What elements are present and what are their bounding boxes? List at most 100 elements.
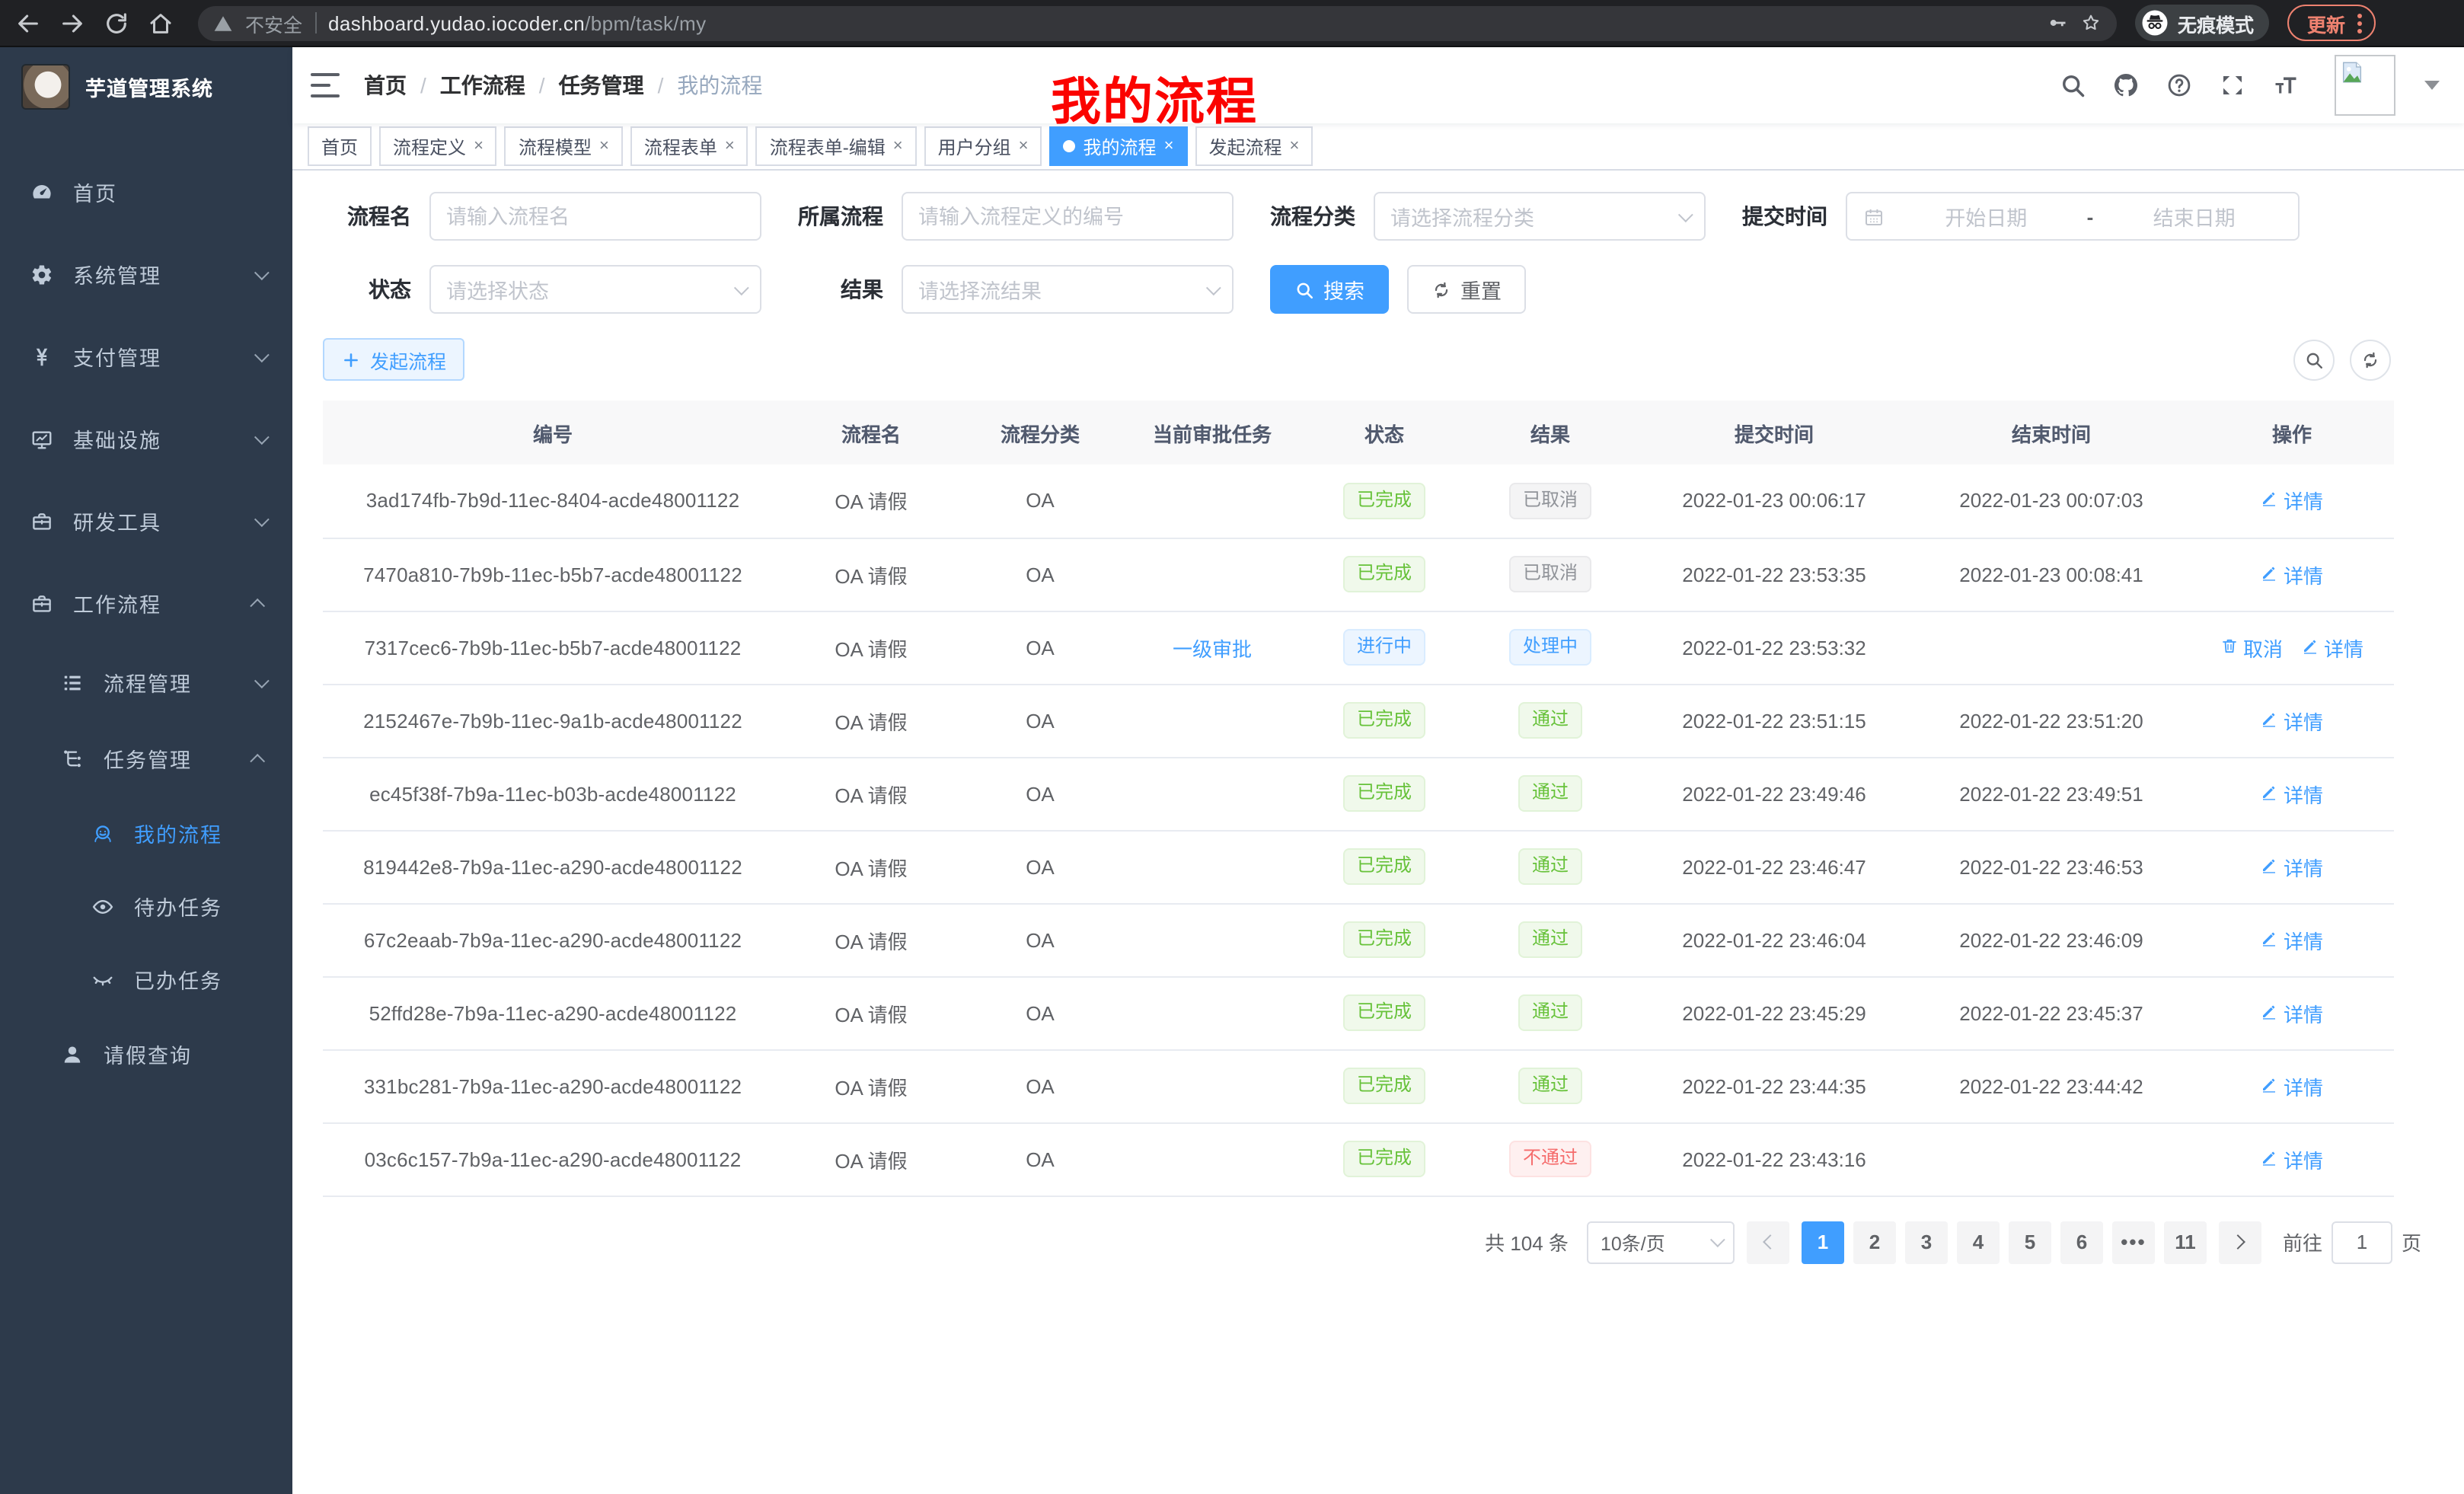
filter-row-2: 状态 请选择状态 结果 请选择流结果 搜索 重置 <box>323 265 2434 314</box>
sidebar-item-首页[interactable]: 首页 <box>0 151 292 233</box>
submit-time-range-picker[interactable]: 开始日期 - 结束日期 <box>1846 192 2300 241</box>
cell-end-time: 2022-01-22 23:46:09 <box>1913 903 2190 976</box>
browser-reload-icon[interactable] <box>104 10 129 36</box>
breadcrumb-item-任务管理[interactable]: 任务管理 <box>559 70 644 101</box>
browser-update-button[interactable]: 更新 <box>2287 5 2376 41</box>
user-avatar[interactable] <box>2335 55 2395 116</box>
cell-end-time <box>1913 611 2190 684</box>
sidebar-item-系统管理[interactable]: 系统管理 <box>0 233 292 315</box>
search-button[interactable]: 搜索 <box>1270 265 1389 314</box>
sidebar-item-待办任务[interactable]: 待办任务 <box>0 870 292 943</box>
github-icon[interactable] <box>2112 72 2140 99</box>
category-label: 流程分类 <box>1270 201 1355 231</box>
page-ellipsis[interactable]: ••• <box>2112 1221 2155 1263</box>
bookmark-star-icon[interactable] <box>2080 12 2102 34</box>
browser-forward-icon[interactable] <box>59 10 85 36</box>
sidebar-item-研发工具[interactable]: 研发工具 <box>0 480 292 562</box>
process-name-input[interactable] <box>446 205 745 228</box>
process-name-label: 流程名 <box>323 201 411 231</box>
chevron-down-icon <box>254 346 270 362</box>
page-button-3[interactable]: 3 <box>1905 1221 1948 1263</box>
row-action-详情[interactable]: 详情 <box>2261 779 2323 808</box>
page-size-select[interactable]: 10条/页 <box>1587 1221 1735 1263</box>
page-button-2[interactable]: 2 <box>1853 1221 1896 1263</box>
page-button-5[interactable]: 5 <box>2009 1221 2051 1263</box>
close-icon[interactable]: × <box>893 138 903 155</box>
close-icon[interactable]: × <box>725 138 735 155</box>
close-icon[interactable]: × <box>474 138 484 155</box>
tab-流程表单-编辑[interactable]: 流程表单-编辑× <box>756 126 917 166</box>
refresh-table-button[interactable] <box>2350 339 2391 380</box>
parent-process-input[interactable] <box>918 205 1217 228</box>
tab-label: 流程表单 <box>644 133 717 159</box>
row-action-详情[interactable]: 详情 <box>2261 852 2323 881</box>
row-action-详情[interactable]: 详情 <box>2261 560 2323 589</box>
close-icon[interactable]: × <box>1164 138 1174 155</box>
category-select[interactable]: 请选择流程分类 <box>1374 192 1706 241</box>
font-size-icon[interactable] <box>2272 72 2300 99</box>
sidebar-item-基础设施[interactable]: 基础设施 <box>0 397 292 480</box>
url-bar[interactable]: 不安全 dashboard.yudao.iocoder.cn/bpm/task/… <box>198 5 2117 40</box>
tab-流程定义[interactable]: 流程定义× <box>379 126 497 166</box>
search-icon[interactable] <box>2059 72 2086 99</box>
browser-home-icon[interactable] <box>148 10 174 36</box>
close-icon[interactable]: × <box>599 138 609 155</box>
close-icon[interactable]: × <box>1019 138 1029 155</box>
page-button-11[interactable]: 11 <box>2164 1221 2207 1263</box>
row-action-详情[interactable]: 详情 <box>2261 925 2323 954</box>
avatar-dropdown-caret[interactable] <box>2424 81 2440 90</box>
cell-end-time: 2022-01-22 23:45:37 <box>1913 976 2190 1049</box>
sidebar-item-支付管理[interactable]: 支付管理 <box>0 315 292 397</box>
edit-icon <box>2261 782 2279 805</box>
sidebar-item-流程管理[interactable]: 流程管理 <box>0 644 292 720</box>
tab-发起流程[interactable]: 发起流程× <box>1195 126 1313 166</box>
app-logo-row[interactable]: 芋道管理系统 <box>0 47 292 126</box>
sidebar-item-工作流程[interactable]: 工作流程 <box>0 562 292 644</box>
tab-首页[interactable]: 首页 <box>308 126 372 166</box>
tab-用户分组[interactable]: 用户分组× <box>924 126 1042 166</box>
toggle-search-button[interactable] <box>2293 339 2335 380</box>
sidebar-item-label: 任务管理 <box>104 743 254 774</box>
breadcrumb-item-首页[interactable]: 首页 <box>364 70 407 101</box>
page-url: dashboard.yudao.iocoder.cn/bpm/task/my <box>328 11 707 34</box>
tab-流程表单[interactable]: 流程表单 × <box>630 126 748 166</box>
breadcrumb-item-工作流程[interactable]: 工作流程 <box>440 70 525 101</box>
fullscreen-icon[interactable] <box>2219 72 2246 99</box>
row-action-详情[interactable]: 详情 <box>2261 706 2323 735</box>
row-action-详情[interactable]: 详情 <box>2301 633 2363 662</box>
row-action-详情[interactable]: 详情 <box>2261 1071 2323 1100</box>
chevron-down-icon <box>1710 1232 1725 1247</box>
help-icon[interactable] <box>2166 72 2193 99</box>
create-process-button[interactable]: 发起流程 <box>323 338 464 381</box>
row-action-详情[interactable]: 详情 <box>2261 487 2323 516</box>
current-task-link[interactable]: 一级审批 <box>1173 633 1252 662</box>
row-action-详情[interactable]: 详情 <box>2261 998 2323 1027</box>
sidebar: 芋道管理系统 首页系统管理支付管理基础设施研发工具工作流程流程管理任务管理我的流… <box>0 47 292 1494</box>
browser-back-icon[interactable] <box>15 10 41 36</box>
sidebar-item-请假查询[interactable]: 请假查询 <box>0 1016 292 1092</box>
page-button-6[interactable]: 6 <box>2060 1221 2103 1263</box>
page-button-4[interactable]: 4 <box>1957 1221 2000 1263</box>
sidebar-item-已办任务[interactable]: 已办任务 <box>0 943 292 1016</box>
sidebar-toggle-icon[interactable] <box>311 72 340 98</box>
goto-page-input[interactable] <box>2332 1221 2392 1263</box>
row-action-详情[interactable]: 详情 <box>2261 1144 2323 1173</box>
cell-process-name: OA 请假 <box>783 611 959 684</box>
sidebar-item-我的流程[interactable]: 我的流程 <box>0 796 292 870</box>
cell-process-name: OA 请假 <box>783 903 959 976</box>
browser-menu-icon[interactable] <box>2357 13 2362 33</box>
prev-page-button[interactable] <box>1747 1221 1789 1263</box>
result-select[interactable]: 请选择流结果 <box>902 265 1234 314</box>
sidebar-menu: 首页系统管理支付管理基础设施研发工具工作流程流程管理任务管理我的流程待办任务已办… <box>0 151 292 1092</box>
reset-button[interactable]: 重置 <box>1407 265 1526 314</box>
page-button-1[interactable]: 1 <box>1802 1221 1844 1263</box>
row-action-取消[interactable]: 取消 <box>2220 633 2283 662</box>
tab-流程模型[interactable]: 流程模型× <box>505 126 623 166</box>
tab-我的流程[interactable]: 我的流程× <box>1050 126 1188 166</box>
next-page-button[interactable] <box>2219 1221 2261 1263</box>
close-icon[interactable]: × <box>1289 138 1299 155</box>
password-key-icon[interactable] <box>2047 12 2068 34</box>
status-select[interactable]: 请选择状态 <box>429 265 761 314</box>
status-label: 状态 <box>323 274 411 305</box>
sidebar-item-任务管理[interactable]: 任务管理 <box>0 720 292 796</box>
